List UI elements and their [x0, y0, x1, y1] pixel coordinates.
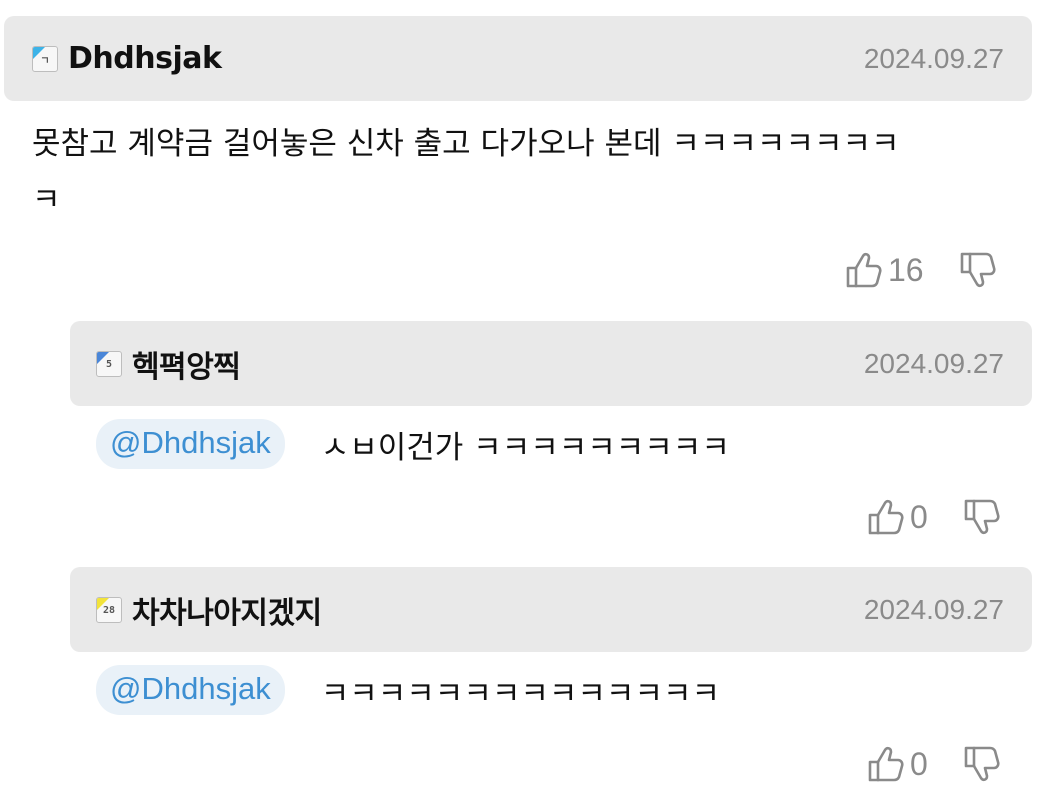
comment-text-line: 못참고 계약금 걸어놓은 신차 출고 다가오나 본데 ㅋㅋㅋㅋㅋㅋㅋㅋ [32, 126, 900, 162]
like-button[interactable]: 0 [866, 497, 928, 537]
dislike-button[interactable] [958, 250, 996, 290]
author-nickname[interactable]: Dhdhsjak [68, 41, 222, 76]
thumbs-down-icon [964, 499, 1000, 535]
reply-content: @Dhdhsjak ㅅㅂ이건가 ㅋㅋㅋㅋㅋㅋㅋㅋㅋ [96, 419, 730, 469]
thumbs-up-icon [868, 746, 904, 782]
vote-bar: 0 [866, 497, 1000, 537]
like-count: 16 [888, 251, 924, 288]
thumbs-down-icon [960, 252, 996, 288]
reply-text: ㅅㅂ이건가 ㅋㅋㅋㅋㅋㅋㅋㅋㅋ [320, 429, 730, 466]
level-badge-icon: ㄱ [32, 45, 58, 72]
reply-text: ㅋㅋㅋㅋㅋㅋㅋㅋㅋㅋㅋㅋㅋㅋ [320, 675, 720, 712]
like-button[interactable]: 16 [844, 250, 924, 290]
dislike-button[interactable] [962, 744, 1000, 784]
reply-header: 28 차차나아지겠지 2024.09.27 [70, 567, 1032, 652]
comment-text-line: ㅋ [32, 182, 61, 218]
thumbs-up-icon [868, 499, 904, 535]
like-count: 0 [910, 745, 928, 782]
author-nickname[interactable]: 헥펵앙찍 [132, 342, 241, 386]
reply-date: 2024.09.27 [863, 347, 1004, 379]
author-nickname[interactable]: 차차나아지겠지 [132, 588, 322, 632]
thumbs-down-icon [964, 746, 1000, 782]
level-badge-icon: 5 [96, 350, 122, 377]
like-button[interactable]: 0 [866, 744, 928, 784]
reply-header: 5 헥펵앙찍 2024.09.27 [70, 321, 1032, 406]
vote-bar: 0 [866, 744, 1000, 784]
vote-bar: 16 [844, 250, 996, 290]
comment-date: 2024.09.27 [863, 42, 1004, 74]
comment-text: 못참고 계약금 걸어놓은 신차 출고 다가오나 본데 ㅋㅋㅋㅋㅋㅋㅋㅋ ㅋ [32, 116, 1022, 228]
level-badge-icon: 28 [96, 596, 122, 623]
reply-date: 2024.09.27 [863, 593, 1004, 625]
thumbs-up-icon [846, 252, 882, 288]
mention-tag[interactable]: @Dhdhsjak [96, 419, 285, 469]
dislike-button[interactable] [962, 497, 1000, 537]
mention-tag[interactable]: @Dhdhsjak [96, 665, 285, 715]
like-count: 0 [910, 498, 928, 535]
reply-content: @Dhdhsjak ㅋㅋㅋㅋㅋㅋㅋㅋㅋㅋㅋㅋㅋㅋ [96, 665, 720, 715]
comment-header: ㄱ Dhdhsjak 2024.09.27 [4, 16, 1032, 101]
